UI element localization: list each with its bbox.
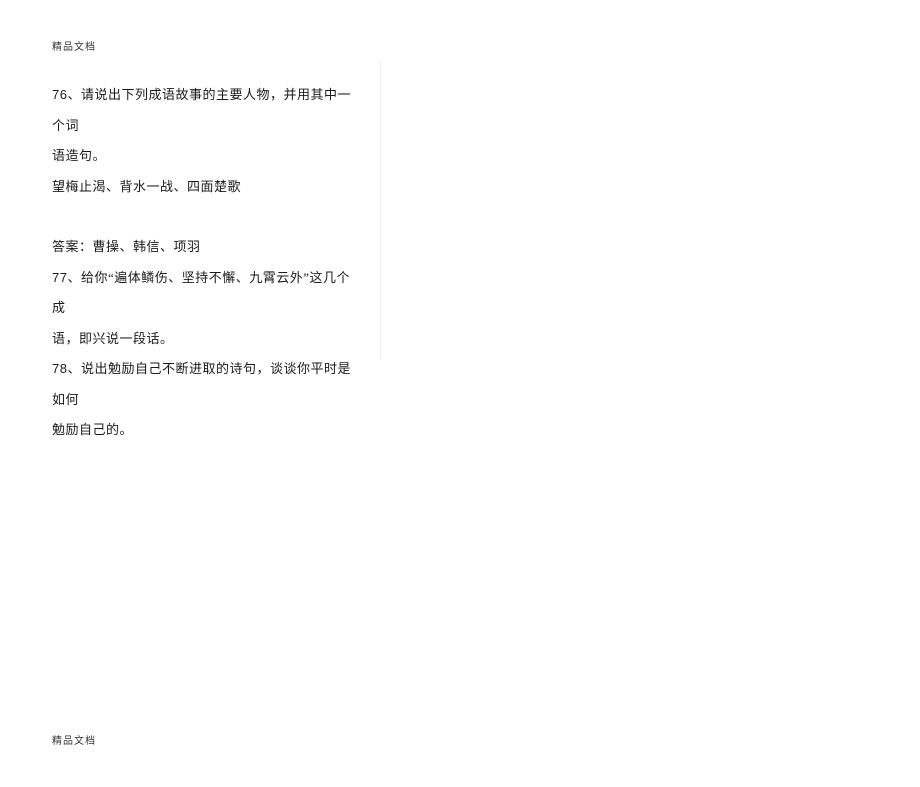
question-77-line2: 语，即兴说一段话。 bbox=[52, 324, 362, 355]
question-77-line1: 77、给你“遍体鳞伤、坚持不懈、九霄云外”这几个成 bbox=[52, 263, 362, 324]
question-77-text1: 、给你“遍体鳞伤、坚持不懈、九霄云外”这几个成 bbox=[52, 270, 350, 316]
footer-label: 精品文档 bbox=[52, 732, 96, 747]
question-number-76: 76 bbox=[52, 87, 67, 102]
question-76-text1: 、请说出下列成语故事的主要人物，并用其中一个词 bbox=[52, 87, 351, 133]
question-78-text1: 、说出勉励自己不断进取的诗句，谈谈你平时是如何 bbox=[52, 361, 351, 407]
question-78-line2: 勉励自己的。 bbox=[52, 415, 362, 446]
column-divider bbox=[380, 60, 381, 360]
question-78-line1: 78、说出勉励自己不断进取的诗句，谈谈你平时是如何 bbox=[52, 354, 362, 415]
question-76-line1: 76、请说出下列成语故事的主要人物，并用其中一个词 bbox=[52, 80, 362, 141]
content-column: 76、请说出下列成语故事的主要人物，并用其中一个词 语造句。 望梅止渴、背水一战… bbox=[52, 80, 362, 446]
question-number-77: 77 bbox=[52, 270, 67, 285]
document-page: 精品文档 76、请说出下列成语故事的主要人物，并用其中一个词 语造句。 望梅止渴… bbox=[0, 0, 920, 787]
spacer bbox=[52, 202, 362, 232]
question-76-line2: 语造句。 bbox=[52, 141, 362, 172]
header-label: 精品文档 bbox=[52, 38, 96, 53]
question-number-78: 78 bbox=[52, 361, 67, 376]
answer-line: 答案：曹操、韩信、项羽 bbox=[52, 232, 362, 263]
question-76-line3: 望梅止渴、背水一战、四面楚歌 bbox=[52, 172, 362, 203]
